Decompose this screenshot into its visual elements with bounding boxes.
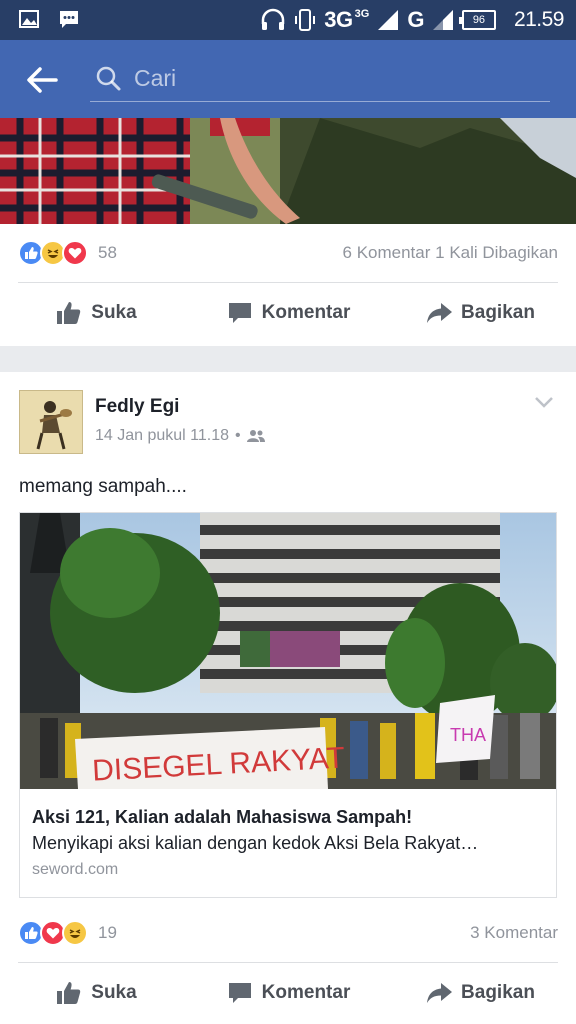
post-meta: 14 Jan pukul 11.18 • bbox=[95, 427, 265, 445]
comment-count[interactable]: 3 Komentar bbox=[470, 923, 558, 943]
post-timestamp[interactable]: 14 Jan pukul 11.18 bbox=[95, 427, 229, 445]
svg-text:THA: THA bbox=[450, 725, 486, 745]
share-count: 1 Kali Dibagikan bbox=[435, 243, 558, 262]
headphones-icon bbox=[262, 8, 285, 30]
signal-icon bbox=[378, 10, 399, 30]
chat-notification-icon bbox=[60, 11, 78, 28]
search-bar[interactable] bbox=[90, 58, 550, 102]
status-bar: 3G 3G G 96 21.59 bbox=[0, 0, 576, 40]
gallery-notification-icon bbox=[19, 10, 39, 28]
comment-button[interactable]: Komentar bbox=[192, 283, 384, 343]
share-label: Bagikan bbox=[461, 302, 535, 323]
link-preview-card[interactable]: DISEGEL RAKYAT THA Aksi 121, Kalian adal… bbox=[19, 512, 557, 898]
share-arrow-icon bbox=[427, 983, 453, 1003]
network-type: 3G bbox=[324, 7, 353, 32]
like-label: Suka bbox=[91, 982, 137, 1003]
chevron-down-icon[interactable] bbox=[532, 390, 556, 414]
thumbs-up-icon bbox=[57, 982, 81, 1004]
post-photo-image bbox=[0, 118, 576, 224]
reactions-summary[interactable]: 58 6 Komentar 1 Kali Dibagikan bbox=[18, 236, 558, 270]
search-input[interactable] bbox=[134, 60, 534, 96]
network-type-2: G bbox=[407, 7, 424, 32]
post-photo[interactable] bbox=[0, 118, 576, 224]
post-card-previous: 58 6 Komentar 1 Kali Dibagikan Suka Kome… bbox=[0, 118, 576, 346]
clock: 21.59 bbox=[513, 8, 565, 31]
comment-label: Komentar bbox=[261, 982, 351, 1003]
app-bar bbox=[0, 40, 576, 118]
like-button[interactable]: Suka bbox=[0, 963, 192, 1023]
author-avatar[interactable] bbox=[19, 390, 83, 454]
link-domain: seword.com bbox=[32, 861, 119, 878]
comment-label: Komentar bbox=[261, 302, 351, 323]
love-reaction-icon bbox=[62, 240, 88, 266]
battery-icon: 96 bbox=[458, 10, 496, 30]
thumbs-up-icon bbox=[57, 302, 81, 324]
vibrate-icon bbox=[295, 9, 316, 31]
link-preview-image: DISEGEL RAKYAT THA bbox=[20, 513, 556, 789]
share-button[interactable]: Bagikan bbox=[384, 283, 576, 343]
back-arrow-icon[interactable] bbox=[22, 60, 62, 100]
network-type-small: 3G bbox=[354, 8, 370, 20]
share-button[interactable]: Bagikan bbox=[384, 963, 576, 1023]
comment-count: 6 Komentar bbox=[342, 243, 431, 262]
friends-audience-icon bbox=[246, 430, 265, 442]
comment-icon bbox=[228, 303, 251, 323]
reaction-count: 58 bbox=[98, 243, 117, 262]
share-arrow-icon bbox=[427, 303, 453, 323]
reaction-count: 19 bbox=[98, 923, 117, 942]
signal-2-icon bbox=[432, 10, 453, 30]
avatar-image bbox=[20, 391, 82, 453]
meta-separator: • bbox=[235, 427, 241, 444]
reactions-summary[interactable]: 19 3 Komentar bbox=[18, 916, 558, 950]
like-button[interactable]: Suka bbox=[0, 283, 192, 343]
post-text: memang sampah.... bbox=[19, 476, 187, 497]
post-actions: Suka Komentar Bagikan bbox=[0, 283, 576, 343]
search-icon bbox=[96, 66, 121, 91]
post-actions: Suka Komentar Bagikan bbox=[0, 963, 576, 1023]
comment-icon bbox=[228, 983, 251, 1003]
comments-shares-count[interactable]: 6 Komentar 1 Kali Dibagikan bbox=[343, 243, 558, 263]
link-title: Aksi 121, Kalian adalah Mahasiswa Sampah… bbox=[32, 807, 413, 827]
post-card: Fedly Egi 14 Jan pukul 11.18 • memang sa… bbox=[0, 372, 576, 1024]
comment-button[interactable]: Komentar bbox=[192, 963, 384, 1023]
share-label: Bagikan bbox=[461, 982, 535, 1003]
like-label: Suka bbox=[91, 302, 137, 323]
link-description: Menyikapi aksi kalian dengan kedok Aksi … bbox=[32, 833, 479, 853]
author-name[interactable]: Fedly Egi bbox=[95, 396, 179, 418]
haha-reaction-icon bbox=[62, 920, 88, 946]
